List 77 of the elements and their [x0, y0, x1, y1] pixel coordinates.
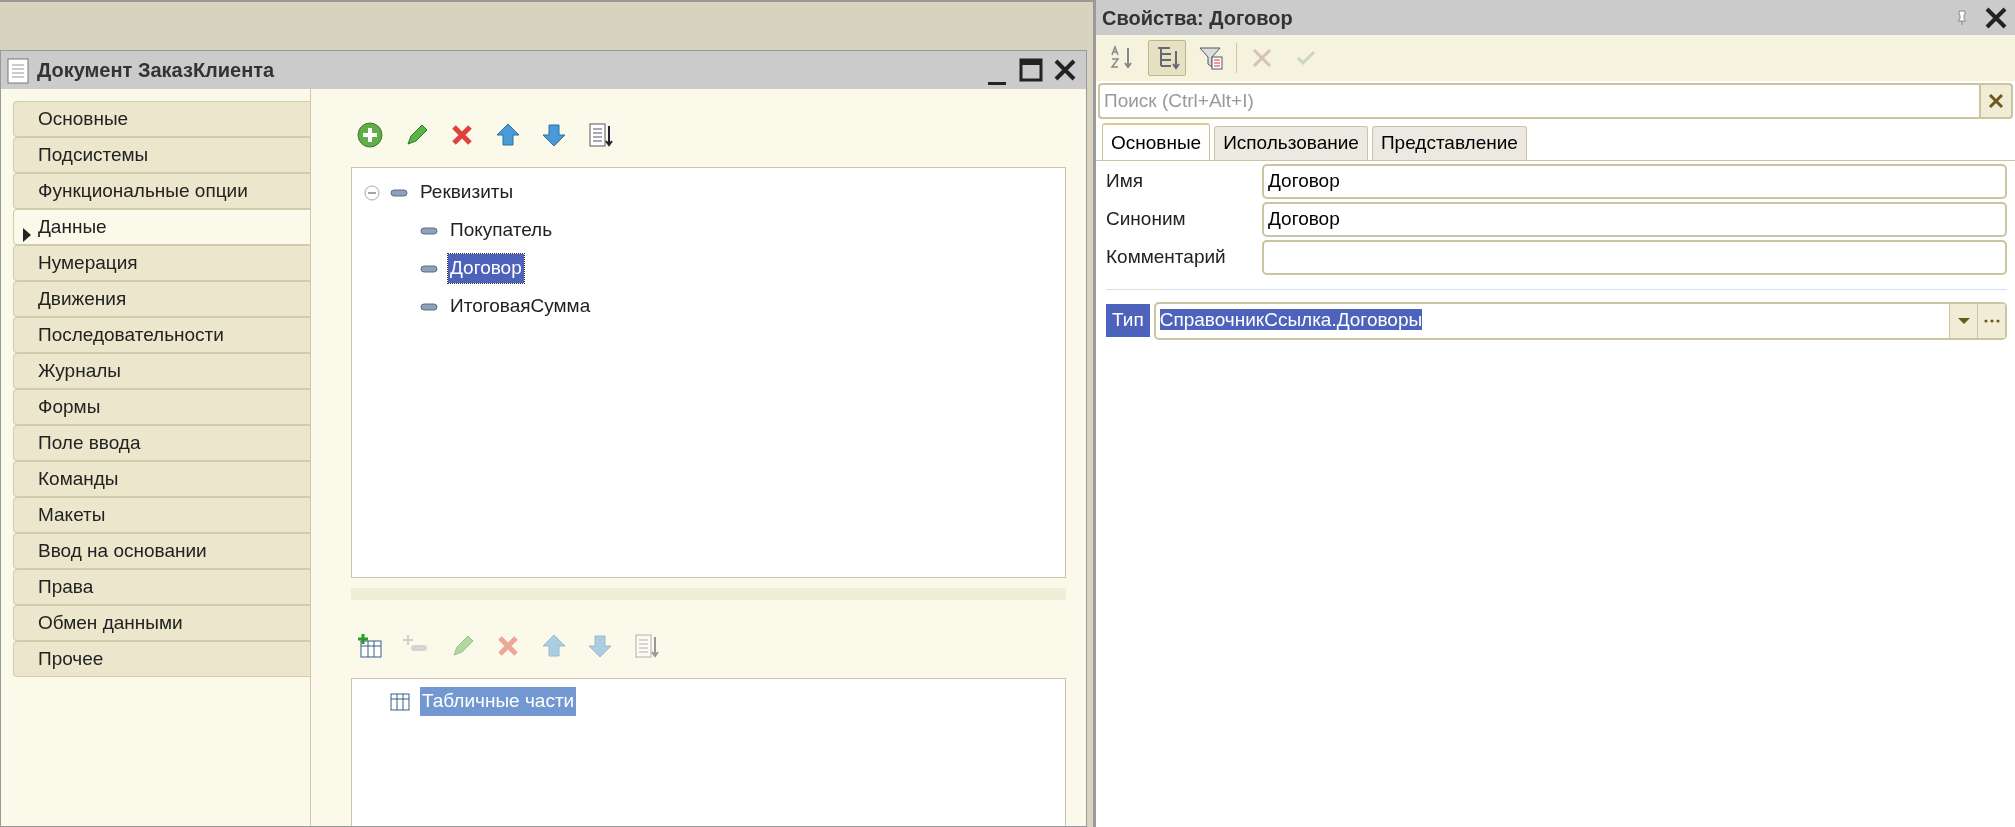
sidebar-item-label: Нумерация — [38, 250, 138, 275]
sidebar-item[interactable]: Подсистемы — [13, 137, 310, 173]
sidebar-item[interactable]: Данные — [13, 209, 310, 245]
sidebar-item[interactable]: Права — [13, 569, 310, 605]
sidebar-item-label: Функциональные опции — [38, 178, 248, 203]
sidebar-item[interactable]: Макеты — [13, 497, 310, 533]
maximize-icon — [1018, 57, 1044, 83]
field-label: Комментарий — [1106, 244, 1227, 269]
close-icon — [1052, 57, 1078, 83]
dropdown-button[interactable] — [1949, 303, 1977, 338]
dash-icon — [390, 188, 408, 197]
close-icon — [1988, 93, 2004, 109]
sidebar-item[interactable]: Формы — [13, 389, 310, 425]
tab[interactable]: Представление — [1371, 126, 1527, 160]
input-field[interactable] — [1262, 239, 2007, 275]
sidebar-item-label: Данные — [38, 214, 107, 239]
caret-down-icon — [1956, 316, 1971, 325]
tab[interactable]: Основные — [1102, 123, 1211, 160]
panel-title: Свойства: Договор — [1102, 5, 1294, 31]
type-field[interactable]: СправочникСсылка.Договоры — [1153, 301, 2007, 340]
search-field[interactable]: Поиск (Ctrl+Alt+I) — [1098, 83, 1979, 119]
input-field[interactable]: Договор — [1262, 163, 2007, 199]
dash-icon — [420, 226, 438, 235]
close-icon — [1984, 5, 2008, 30]
field-label: Имя — [1106, 168, 1144, 193]
sidebar-item[interactable]: Движения — [13, 281, 310, 317]
document-icon — [7, 57, 29, 84]
arrow-up-icon — [495, 122, 521, 148]
list-arrow-icon — [633, 633, 659, 659]
sidebar-item-label: Журналы — [38, 358, 121, 383]
tab[interactable]: Использование — [1214, 126, 1368, 160]
sidebar-item[interactable]: Обмен данными — [13, 605, 310, 641]
ellipsis-icon — [1982, 318, 2001, 323]
minimize-icon — [988, 82, 1006, 85]
dash-icon — [420, 264, 438, 273]
sidebar-item[interactable]: Последовательности — [13, 317, 310, 353]
sidebar-item-label: Последовательности — [38, 322, 224, 347]
tree-item[interactable]: Договор — [448, 254, 524, 283]
arrow-up-icon — [541, 633, 567, 659]
field-label: Синоним — [1106, 206, 1187, 231]
sidebar-item[interactable]: Прочее — [13, 641, 310, 677]
sidebar-item[interactable]: Основные — [13, 101, 310, 137]
sidebar-item-label: Права — [38, 574, 94, 599]
plus-icon — [357, 122, 383, 148]
sidebar-item-label: Макеты — [38, 502, 106, 527]
field-label: Тип — [1106, 304, 1150, 337]
sidebar-item[interactable]: Нумерация — [13, 245, 310, 281]
sidebar-item[interactable]: Ввод на основании — [13, 533, 310, 569]
funnel-icon — [1198, 45, 1224, 71]
sidebar-item[interactable]: Поле ввода — [13, 425, 310, 461]
sidebar-item-label: Ввод на основании — [38, 538, 207, 563]
arrow-down-icon — [587, 633, 613, 659]
sidebar-item-label: Основные — [38, 106, 129, 131]
clear-search-button[interactable] — [1979, 83, 2013, 119]
sidebar-item-label: Прочее — [38, 646, 104, 671]
table-icon — [390, 692, 410, 711]
sidebar-item-label: Движения — [38, 286, 127, 311]
sidebar-item-label: Команды — [38, 466, 119, 491]
sidebar-item[interactable]: Команды — [13, 461, 310, 497]
tree-item[interactable]: Реквизиты — [418, 178, 516, 207]
triangle-marker-icon — [22, 227, 32, 243]
tree-item[interactable]: Покупатель — [448, 216, 555, 245]
sidebar-item-label: Поле ввода — [38, 430, 141, 455]
dash-icon — [420, 302, 438, 311]
sidebar-item[interactable]: Журналы — [13, 353, 310, 389]
sidebar-item[interactable]: Функциональные опции — [13, 173, 310, 209]
hierarchy-button[interactable] — [1148, 40, 1186, 76]
tree-item[interactable]: ИтоговаяСумма — [448, 292, 593, 321]
sidebar-item-label: Обмен данными — [38, 610, 183, 635]
collapse-icon — [364, 185, 380, 202]
window-title: Документ ЗаказКлиента — [37, 58, 276, 83]
list-arrow-icon — [587, 122, 613, 148]
input-field[interactable]: Договор — [1262, 201, 2007, 237]
sidebar-item-label: Подсистемы — [38, 142, 149, 167]
sidebar-item-label: Формы — [38, 394, 101, 419]
arrow-down-icon — [541, 122, 567, 148]
table-plus-icon — [357, 633, 383, 659]
